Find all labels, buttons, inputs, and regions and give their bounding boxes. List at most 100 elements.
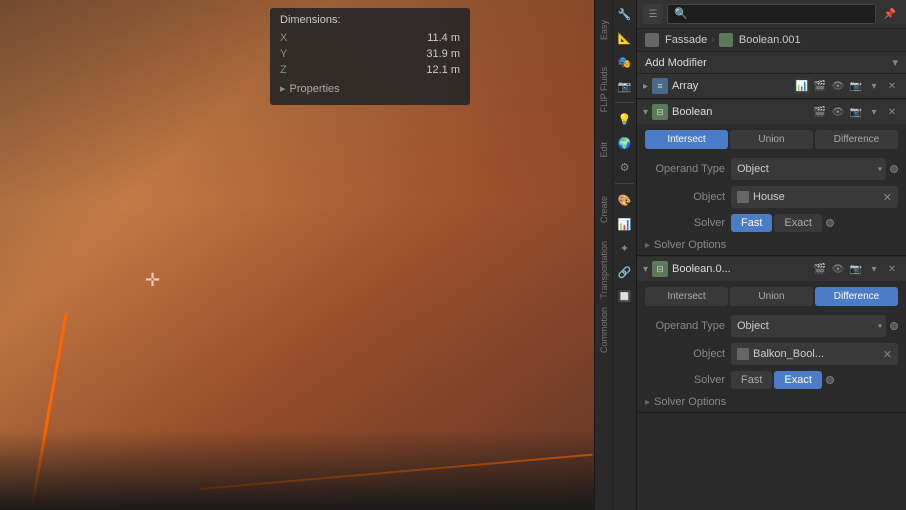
bool1-intersect[interactable]: Intersect bbox=[645, 130, 728, 149]
breadcrumb-modifier[interactable]: Boolean.001 bbox=[739, 34, 801, 46]
bool1-viewport[interactable]: 👁 bbox=[830, 104, 846, 120]
divider-1 bbox=[615, 102, 633, 103]
dim-z-value: 12.1 m bbox=[426, 64, 460, 76]
tool-light[interactable]: 💡 bbox=[615, 109, 635, 129]
bool1-object-name: House bbox=[753, 191, 879, 203]
pin-icon: 📌 bbox=[884, 9, 896, 20]
bool2-viewport[interactable]: 👁 bbox=[830, 261, 846, 277]
modifier-boolean-1: ▾ ⊟ Boolean 🎬 👁 📷 ▾ ✕ Intersect Union Di… bbox=[637, 100, 906, 256]
bool2-fast[interactable]: Fast bbox=[731, 371, 772, 389]
bool2-object-field[interactable]: Balkon_Bool... ✕ bbox=[731, 343, 898, 365]
dim-x-label: X bbox=[280, 32, 300, 44]
bool1-solver-options[interactable]: ▸ Solver Options bbox=[637, 235, 906, 255]
bool1-solver-label: Solver bbox=[645, 217, 725, 229]
array-icon: ≡ bbox=[652, 78, 668, 94]
bool1-object-row: Object House ✕ bbox=[637, 183, 906, 211]
divider-2 bbox=[615, 183, 633, 184]
array-icon-1[interactable]: 📊 bbox=[794, 78, 810, 94]
bool1-collapse[interactable]: ▾ bbox=[643, 107, 648, 118]
array-dropdown[interactable]: ▾ bbox=[866, 78, 882, 94]
bool2-object-row: Object Balkon_Bool... ✕ bbox=[637, 340, 906, 368]
bool1-name: Boolean bbox=[672, 106, 808, 118]
array-collapse[interactable]: ▸ bbox=[643, 81, 648, 92]
search-input[interactable] bbox=[667, 4, 876, 24]
vtab-strip-right: Easy FLIP Fluids Edit Create Transportat… bbox=[594, 0, 612, 510]
vtab-transport[interactable]: Transportation bbox=[595, 240, 613, 300]
tool-measure[interactable]: 📐 bbox=[615, 28, 635, 48]
array-render-icon[interactable]: 🎬 bbox=[812, 78, 828, 94]
bool2-collapse[interactable]: ▾ bbox=[643, 264, 648, 275]
bool2-union[interactable]: Union bbox=[730, 287, 813, 306]
bool1-difference[interactable]: Difference bbox=[815, 130, 898, 149]
bool2-delete[interactable]: ✕ bbox=[884, 261, 900, 277]
bool1-camera[interactable]: 📷 bbox=[848, 104, 864, 120]
dim-y-value: 31.9 m bbox=[426, 48, 460, 60]
bool2-render[interactable]: 🎬 bbox=[812, 261, 828, 277]
bool2-difference[interactable]: Difference bbox=[815, 287, 898, 306]
add-modifier-chevron: ▾ bbox=[892, 56, 898, 69]
bool1-dropdown[interactable]: ▾ bbox=[866, 104, 882, 120]
panel-menu-icon: ☰ bbox=[649, 9, 658, 20]
vtab-edit[interactable]: Edit bbox=[595, 120, 613, 180]
bool2-operand-label: Operand Type bbox=[645, 320, 725, 332]
pin-button[interactable]: 📌 bbox=[880, 4, 900, 24]
properties-arrow: ▸ bbox=[280, 82, 286, 95]
panel-menu-button[interactable]: ☰ bbox=[643, 4, 663, 24]
dim-x-value: 11.4 m bbox=[427, 32, 460, 44]
bool2-dropdown[interactable]: ▾ bbox=[866, 261, 882, 277]
tool-paint[interactable]: 🎨 bbox=[615, 190, 635, 210]
bool2-exact[interactable]: Exact bbox=[774, 371, 822, 389]
breadcrumb-sep: › bbox=[711, 34, 715, 46]
tool-particles[interactable]: ✦ bbox=[615, 238, 635, 258]
bool2-object-value: Balkon_Bool... ✕ bbox=[731, 343, 898, 365]
bool2-operand-select-wrap: Object Collection ▾ bbox=[731, 315, 886, 337]
bool1-solver-opt-label: Solver Options bbox=[654, 239, 726, 251]
bool2-object-icon bbox=[737, 348, 749, 360]
add-modifier-row[interactable]: Add Modifier ▾ bbox=[637, 52, 906, 74]
bool1-operand-value: Object Collection ▾ bbox=[731, 158, 898, 180]
modifier-array: ▸ ≡ Array 📊 🎬 👁 📷 ▾ ✕ bbox=[637, 74, 906, 99]
bool1-exact[interactable]: Exact bbox=[774, 214, 822, 232]
bool2-object-name: Balkon_Bool... bbox=[753, 348, 879, 360]
dim-z-label: Z bbox=[280, 64, 300, 76]
bool2-operand-select[interactable]: Object Collection bbox=[731, 315, 886, 337]
tool-chart[interactable]: 📊 bbox=[615, 214, 635, 234]
tool-world[interactable]: 🌍 bbox=[615, 133, 635, 153]
bool1-object-clear[interactable]: ✕ bbox=[883, 191, 892, 204]
tool-constraints[interactable]: 🔗 bbox=[615, 262, 635, 282]
bool2-camera[interactable]: 📷 bbox=[848, 261, 864, 277]
bool2-object-clear[interactable]: ✕ bbox=[883, 348, 892, 361]
bool1-object-label: Object bbox=[645, 191, 725, 203]
bool1-solver-value: Fast Exact bbox=[731, 214, 898, 232]
vtab-create[interactable]: Create bbox=[595, 180, 613, 240]
tool-wrench[interactable]: 🔧 bbox=[615, 4, 635, 24]
bool1-object-value: House ✕ bbox=[731, 186, 898, 208]
bool1-union[interactable]: Union bbox=[730, 130, 813, 149]
tool-camera[interactable]: 📷 bbox=[615, 76, 635, 96]
dim-row-y: Y 31.9 m bbox=[280, 46, 460, 62]
array-delete[interactable]: ✕ bbox=[884, 78, 900, 94]
tool-settings[interactable]: ⚙ bbox=[615, 157, 635, 177]
dim-row-z: Z 12.1 m bbox=[280, 62, 460, 78]
bool2-intersect[interactable]: Intersect bbox=[645, 287, 728, 306]
bool1-solver-dot bbox=[826, 219, 834, 227]
tool-data[interactable]: 🔲 bbox=[615, 286, 635, 306]
bool2-solver-options[interactable]: ▸ Solver Options bbox=[637, 392, 906, 412]
panel-header: ☰ 📌 bbox=[637, 0, 906, 29]
viewport[interactable]: Dimensions: X 11.4 m Y 31.9 m Z 12.1 m ▸… bbox=[0, 0, 594, 510]
array-camera-icon[interactable]: 📷 bbox=[848, 78, 864, 94]
tool-mask[interactable]: 🎭 bbox=[615, 52, 635, 72]
vtab-commotion[interactable]: Commotion bbox=[595, 300, 613, 360]
properties-row[interactable]: ▸ Properties bbox=[280, 78, 460, 99]
bool1-fast[interactable]: Fast bbox=[731, 214, 772, 232]
vtab-flip[interactable]: FLIP Fluids bbox=[595, 60, 613, 120]
bool1-render[interactable]: 🎬 bbox=[812, 104, 828, 120]
vtab-easy[interactable]: Easy bbox=[595, 0, 613, 60]
array-viewport-icon[interactable]: 👁 bbox=[830, 78, 846, 94]
bool1-operand-select[interactable]: Object Collection bbox=[731, 158, 886, 180]
bool2-solver-btns: Fast Exact bbox=[731, 371, 822, 389]
bool1-solver-btns: Fast Exact bbox=[731, 214, 822, 232]
bool1-delete[interactable]: ✕ bbox=[884, 104, 900, 120]
bool1-object-field[interactable]: House ✕ bbox=[731, 186, 898, 208]
breadcrumb-object[interactable]: Fassade bbox=[665, 34, 707, 46]
